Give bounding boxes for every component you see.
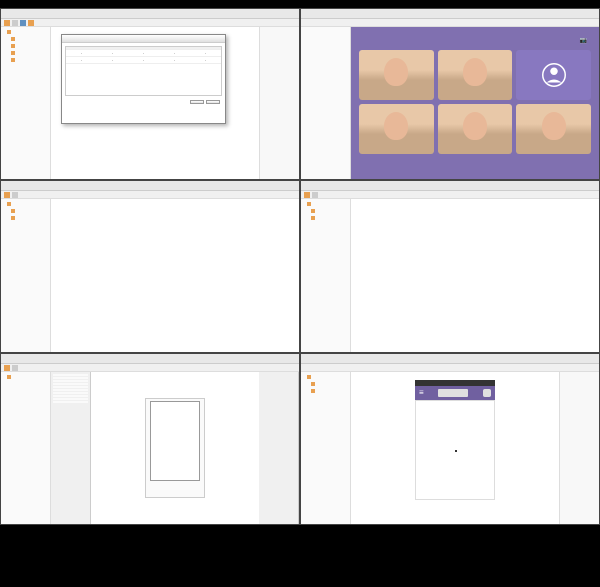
camera-icon[interactable] (483, 389, 491, 397)
palette-section[interactable] (53, 389, 88, 391)
ide-toolbar[interactable] (301, 19, 599, 27)
palette-section[interactable] (53, 395, 88, 397)
widget-palette[interactable] (51, 372, 91, 524)
ide-menubar[interactable] (301, 354, 599, 364)
palette-section[interactable] (53, 383, 88, 385)
folder-icon (11, 58, 15, 62)
folder-icon (11, 37, 15, 41)
folder-icon (7, 202, 11, 206)
avd-table[interactable]: ----- ----- (65, 46, 222, 96)
ide-toolbar[interactable] (1, 191, 299, 199)
app-content[interactable] (415, 400, 495, 500)
folder-icon (11, 51, 15, 55)
outline-panel[interactable] (259, 27, 299, 179)
palette-section[interactable] (53, 398, 88, 400)
new-icon[interactable] (304, 192, 310, 198)
new-icon[interactable] (4, 20, 10, 26)
folder-icon (311, 216, 315, 220)
avatar[interactable] (438, 104, 513, 154)
package-explorer[interactable] (301, 27, 351, 179)
ide-menubar[interactable] (1, 354, 299, 364)
ide-menubar[interactable] (1, 9, 299, 19)
thumbnail-4 (300, 180, 600, 352)
device-preview[interactable] (145, 398, 205, 498)
avatar[interactable] (359, 104, 434, 154)
run-icon[interactable] (28, 20, 34, 26)
layout-designer (51, 372, 299, 524)
thumbnail-1: ----- ----- (0, 8, 300, 180)
folder-icon (311, 389, 315, 393)
thumbnail-grid: ----- ----- 📷 (0, 8, 600, 525)
camera-icon[interactable]: 📷 (580, 37, 587, 44)
cursor-dot (455, 450, 457, 452)
thumbnail-6: ≡ (300, 353, 600, 525)
folder-icon (7, 375, 11, 379)
menu-icon[interactable]: ≡ (419, 388, 424, 397)
ide-toolbar[interactable] (301, 191, 599, 199)
folder-icon (7, 30, 11, 34)
phone-frame: ≡ (415, 380, 495, 500)
app-title-badge (438, 389, 468, 397)
new-icon[interactable] (4, 192, 10, 198)
save-icon[interactable] (12, 192, 18, 198)
folder-icon (11, 44, 15, 48)
ide-toolbar[interactable] (301, 364, 599, 372)
package-explorer[interactable] (1, 27, 51, 179)
package-explorer[interactable] (301, 372, 351, 524)
friends-grid (359, 46, 591, 158)
package-explorer[interactable] (1, 199, 51, 351)
avatar[interactable] (359, 50, 434, 100)
thumbnail-2: 📷 (300, 8, 600, 180)
device-chooser-dialog: ----- ----- (61, 34, 226, 124)
code-editor[interactable] (351, 199, 599, 351)
palette-section[interactable] (53, 386, 88, 388)
app-bar: ≡ (415, 386, 495, 400)
app-preview: 📷 (351, 27, 599, 179)
folder-icon (311, 382, 315, 386)
package-explorer[interactable] (301, 199, 351, 351)
folder-icon (11, 216, 15, 220)
structure-panel[interactable] (259, 372, 299, 524)
folder-icon (307, 375, 311, 379)
folder-icon (11, 209, 15, 213)
debug-icon[interactable] (20, 20, 26, 26)
outline-panel[interactable] (559, 372, 599, 524)
ide-menubar[interactable] (1, 181, 299, 191)
package-explorer[interactable] (1, 372, 51, 524)
emulator-preview: ≡ (351, 372, 559, 524)
ide-toolbar[interactable] (1, 19, 299, 27)
code-editor[interactable] (51, 199, 299, 351)
new-icon[interactable] (4, 365, 10, 371)
avatar-placeholder[interactable] (516, 50, 591, 100)
thumbnail-5 (0, 353, 300, 525)
palette-section[interactable] (53, 401, 88, 403)
cancel-button[interactable] (206, 100, 220, 104)
palette-widget[interactable] (53, 377, 88, 379)
folder-icon (307, 202, 311, 206)
ok-button[interactable] (190, 100, 204, 104)
ide-menubar[interactable] (301, 9, 599, 19)
palette-section[interactable] (53, 392, 88, 394)
avatar[interactable] (516, 104, 591, 154)
save-icon[interactable] (312, 192, 318, 198)
file-info-header (0, 0, 600, 8)
palette-widget[interactable] (53, 380, 88, 382)
save-icon[interactable] (12, 365, 18, 371)
design-canvas[interactable] (91, 372, 259, 524)
save-icon[interactable] (12, 20, 18, 26)
ide-menubar[interactable] (301, 181, 599, 191)
thumbnail-3 (0, 180, 300, 352)
ide-toolbar[interactable] (1, 364, 299, 372)
palette-section[interactable] (53, 374, 88, 376)
folder-icon (311, 209, 315, 213)
dialog-title (62, 35, 225, 43)
avatar[interactable] (438, 50, 513, 100)
